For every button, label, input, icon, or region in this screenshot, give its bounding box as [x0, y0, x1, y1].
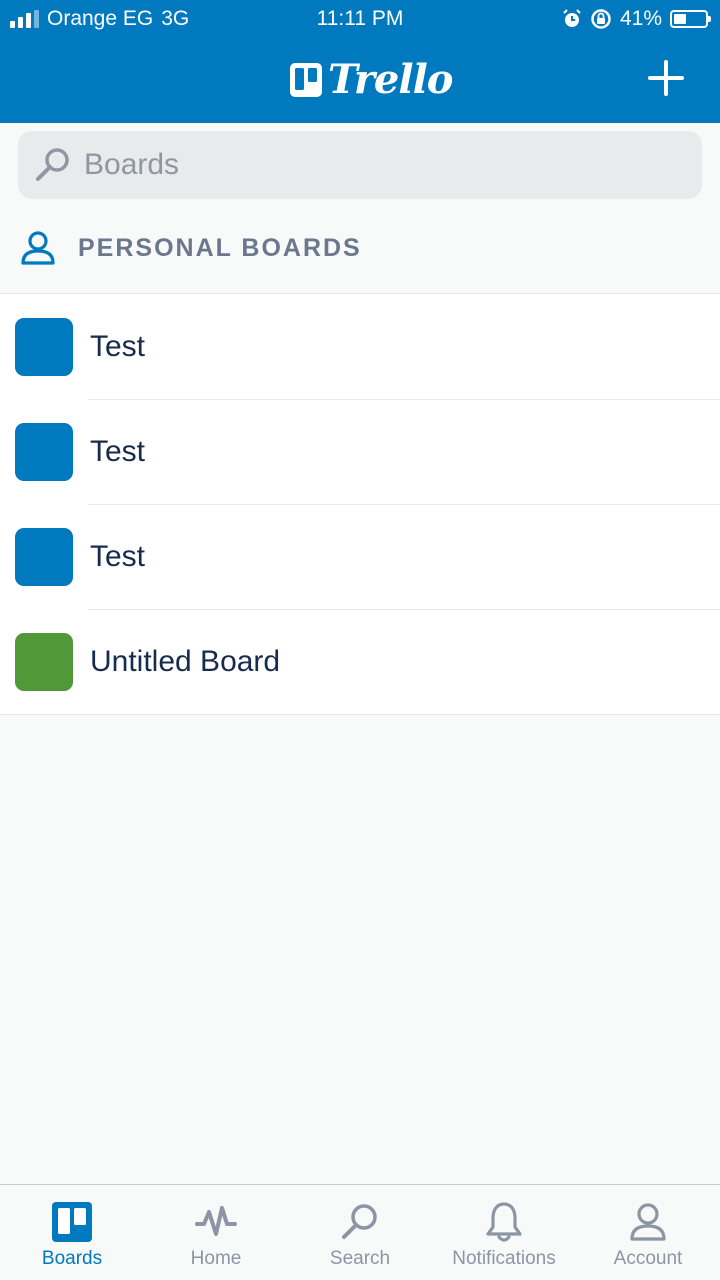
trello-logo: Trello	[290, 56, 453, 103]
tab-home[interactable]: Home	[144, 1185, 288, 1280]
section-title: PERSONAL BOARDS	[78, 233, 362, 262]
tab-label: Notifications	[452, 1248, 556, 1269]
section-header: PERSONAL BOARDS	[20, 230, 362, 266]
search-bar[interactable]	[18, 131, 702, 199]
status-bar: Orange EG 3G 11:11 PM 41%	[0, 0, 720, 40]
board-row[interactable]: Untitled Board	[0, 609, 720, 714]
board-color-tile	[15, 527, 73, 586]
app-header: Orange EG 3G 11:11 PM 41% Trello	[0, 0, 720, 123]
board-name: Untitled Board	[90, 644, 281, 678]
bell-icon	[486, 1202, 522, 1242]
tab-label: Home	[190, 1248, 242, 1269]
tab-search[interactable]: Search	[288, 1185, 432, 1280]
board-color-tile	[15, 317, 73, 376]
board-color-tile	[15, 632, 73, 691]
tab-label: Boards	[41, 1248, 103, 1269]
tab-notifications[interactable]: Notifications	[432, 1185, 576, 1280]
search-icon	[342, 1204, 377, 1239]
app-name: Trello	[328, 56, 453, 103]
board-list: Test Test Test Untitled Board	[0, 293, 720, 715]
rotation-lock-icon	[591, 9, 611, 29]
tab-account[interactable]: Account	[576, 1185, 720, 1280]
tab-label: Account	[613, 1248, 683, 1269]
add-board-button[interactable]	[648, 60, 684, 96]
alarm-icon	[563, 9, 581, 27]
search-input[interactable]	[82, 147, 666, 183]
board-row[interactable]: Test	[0, 294, 720, 399]
tab-boards[interactable]: Boards	[0, 1185, 144, 1280]
board-name: Test	[90, 434, 146, 468]
board-row[interactable]: Test	[0, 504, 720, 609]
battery-percent: 41%	[619, 7, 662, 30]
board-row[interactable]: Test	[0, 399, 720, 504]
boards-icon	[52, 1202, 92, 1242]
trello-logo-icon	[290, 62, 322, 97]
person-icon	[21, 231, 55, 265]
board-name: Test	[90, 329, 146, 363]
person-icon	[630, 1203, 666, 1241]
battery-icon	[670, 10, 711, 28]
board-name: Test	[90, 539, 146, 573]
board-color-tile	[15, 422, 73, 481]
search-icon	[36, 148, 69, 181]
activity-icon	[195, 1206, 237, 1236]
tab-label: Search	[329, 1248, 391, 1269]
tab-bar: Boards Home Search Notifications Account	[0, 1184, 720, 1280]
